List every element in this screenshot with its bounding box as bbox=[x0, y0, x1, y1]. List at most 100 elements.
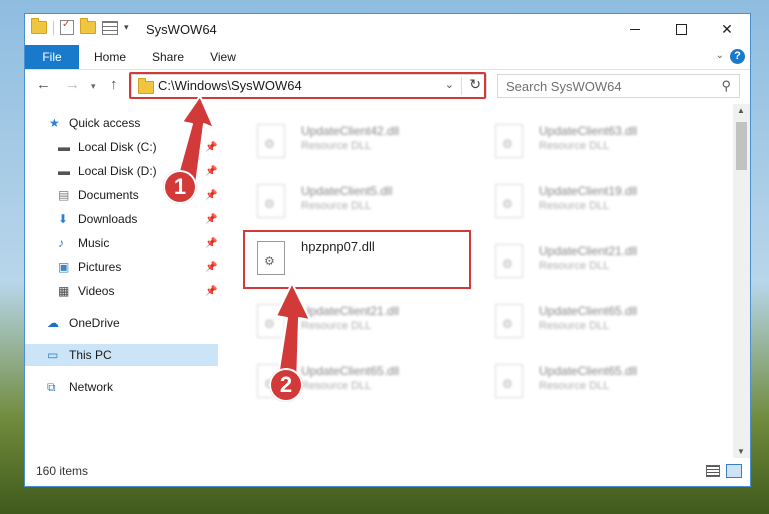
pin-icon[interactable]: 📌 bbox=[205, 166, 217, 177]
sidebar-item-music[interactable]: ♪ Music 📌 bbox=[25, 232, 218, 254]
pin-icon[interactable]: 📌 bbox=[205, 262, 217, 273]
dll-file-icon bbox=[495, 244, 523, 278]
search-input[interactable]: Search SysWOW64 bbox=[506, 79, 622, 94]
file-name: UpdateClient65.dll bbox=[539, 364, 638, 378]
pin-icon[interactable]: 📌 bbox=[205, 142, 217, 153]
close-icon: ✕ bbox=[721, 21, 733, 37]
sidebar-item-quick-access[interactable]: ★ Quick access bbox=[25, 112, 218, 134]
help-icon[interactable]: ? bbox=[730, 49, 745, 64]
sidebar-item-onedrive[interactable]: ☁ OneDrive bbox=[25, 312, 218, 334]
folder-icon bbox=[31, 18, 47, 34]
pin-icon[interactable]: 📌 bbox=[205, 190, 217, 201]
file-name: hpzpnp07.dll bbox=[301, 239, 375, 254]
dll-file-icon bbox=[257, 304, 285, 338]
pictures-icon: ▣ bbox=[58, 260, 70, 274]
step-2-badge: 2 bbox=[269, 368, 303, 402]
dll-file-icon bbox=[495, 364, 523, 398]
address-bar[interactable]: C:\Windows\SysWOW64 ⌄ ↻ bbox=[131, 74, 487, 98]
new-folder-icon[interactable] bbox=[80, 18, 96, 34]
sidebar-item-label: OneDrive bbox=[69, 316, 120, 330]
drive-icon: ▬ bbox=[58, 140, 70, 154]
navigation-bar: ← → ▾ ↑ C:\Windows\SysWOW64 ⌄ ↻ Search S… bbox=[25, 70, 750, 102]
drive-icon: ▬ bbox=[58, 164, 70, 178]
pin-icon[interactable]: 📌 bbox=[205, 286, 217, 297]
dll-file-icon bbox=[257, 124, 285, 158]
file-type: Resource DLL bbox=[539, 200, 610, 212]
expand-ribbon-icon[interactable]: ⌄ bbox=[716, 50, 724, 61]
sidebar-item-downloads[interactable]: ⬇ Downloads 📌 bbox=[25, 208, 218, 230]
file-name: UpdateClient5.dll bbox=[301, 184, 393, 198]
address-divider bbox=[461, 77, 462, 95]
search-icon: ⚲ bbox=[721, 78, 731, 93]
customize-toolbar-icon[interactable]: ▾ bbox=[124, 22, 129, 33]
folder-icon bbox=[138, 78, 154, 94]
file-name: UpdateClient63.dll bbox=[539, 124, 638, 138]
file-name: UpdateClient65.dll bbox=[301, 364, 400, 378]
list-item[interactable]: UpdateClient21.dll Resource DLL bbox=[243, 294, 473, 350]
pin-icon[interactable]: 📌 bbox=[205, 214, 217, 225]
network-icon: ⧉ bbox=[47, 379, 56, 394]
list-item[interactable]: UpdateClient5.dll Resource DLL bbox=[243, 174, 473, 230]
details-view-icon[interactable] bbox=[706, 465, 720, 477]
refresh-icon[interactable]: ↻ bbox=[469, 76, 481, 93]
chevron-down-icon[interactable]: ⌄ bbox=[445, 78, 454, 91]
sidebar-item-local-disk-c[interactable]: ▬ Local Disk (C:) 📌 bbox=[25, 136, 218, 158]
close-button[interactable]: ✕ bbox=[704, 14, 750, 45]
cloud-icon: ☁ bbox=[47, 316, 59, 330]
forward-arrow-icon[interactable]: → bbox=[65, 76, 80, 93]
toolbar-divider bbox=[53, 20, 54, 35]
file-type: Resource DLL bbox=[539, 320, 610, 332]
tab-home[interactable]: Home bbox=[85, 45, 135, 69]
list-item[interactable]: UpdateClient65.dll Resource DLL bbox=[481, 294, 711, 350]
recent-locations-icon[interactable]: ▾ bbox=[91, 81, 96, 92]
search-box[interactable]: Search SysWOW64 ⚲ bbox=[497, 74, 740, 98]
window-title: SysWOW64 bbox=[146, 22, 217, 37]
sidebar-item-label: Music bbox=[78, 236, 110, 250]
file-name: UpdateClient21.dll bbox=[301, 304, 400, 318]
tab-share[interactable]: Share bbox=[143, 45, 193, 69]
address-path[interactable]: C:\Windows\SysWOW64 bbox=[158, 78, 302, 93]
up-arrow-icon[interactable]: ↑ bbox=[110, 76, 118, 93]
sidebar-item-label: Local Disk (C:) bbox=[78, 140, 157, 154]
ribbon-tabs: File Home Share View ⌄ ? bbox=[25, 45, 750, 70]
dll-file-icon bbox=[495, 124, 523, 158]
properties-icon[interactable] bbox=[60, 19, 74, 35]
list-item[interactable]: UpdateClient19.dll Resource DLL bbox=[481, 174, 711, 230]
file-name: UpdateClient42.dll bbox=[301, 124, 400, 138]
videos-icon: ▦ bbox=[58, 284, 70, 298]
sidebar-item-pictures[interactable]: ▣ Pictures 📌 bbox=[25, 256, 218, 278]
vertical-scrollbar[interactable]: ▲ ▼ bbox=[733, 104, 750, 458]
sidebar-item-label: Documents bbox=[78, 188, 139, 202]
scroll-down-icon[interactable]: ▼ bbox=[737, 447, 745, 456]
step-1-badge: 1 bbox=[163, 170, 197, 204]
sidebar-item-videos[interactable]: ▦ Videos 📌 bbox=[25, 280, 218, 302]
sidebar-item-network[interactable]: ⧉ Network bbox=[25, 376, 218, 398]
file-type: Resource DLL bbox=[539, 380, 610, 392]
list-item[interactable]: UpdateClient42.dll Resource DLL bbox=[243, 114, 473, 170]
file-type: Resource DLL bbox=[301, 380, 372, 392]
scroll-up-icon[interactable]: ▲ bbox=[737, 106, 745, 115]
status-bar: 160 items bbox=[25, 458, 750, 486]
minimize-button[interactable] bbox=[612, 14, 658, 45]
sidebar-item-this-pc[interactable]: ▭ This PC bbox=[25, 344, 218, 366]
list-item[interactable]: UpdateClient65.dll Resource DLL bbox=[481, 354, 711, 410]
scrollbar-thumb[interactable] bbox=[736, 122, 747, 170]
maximize-button[interactable] bbox=[658, 14, 704, 45]
tab-view[interactable]: View bbox=[201, 45, 245, 69]
file-type: Resource DLL bbox=[301, 200, 372, 212]
maximize-icon bbox=[675, 24, 687, 35]
sidebar-item-label: Quick access bbox=[69, 116, 141, 130]
list-item[interactable]: UpdateClient21.dll Resource DLL bbox=[481, 234, 711, 290]
computer-icon: ▭ bbox=[47, 348, 59, 362]
dll-file-icon bbox=[257, 184, 285, 218]
file-type: Resource DLL bbox=[301, 320, 372, 332]
pin-icon[interactable]: 📌 bbox=[205, 238, 217, 249]
back-arrow-icon[interactable]: ← bbox=[36, 76, 51, 93]
list-item[interactable]: UpdateClient63.dll Resource DLL bbox=[481, 114, 711, 170]
view-options-icon[interactable] bbox=[102, 20, 118, 35]
tab-file[interactable]: File bbox=[25, 45, 79, 69]
navigation-pane: ★ Quick access ▬ Local Disk (C:) 📌 ▬ Loc… bbox=[25, 104, 218, 458]
list-item-hpzpnp07[interactable]: hpzpnp07.dll bbox=[243, 231, 473, 287]
file-name: UpdateClient65.dll bbox=[539, 304, 638, 318]
large-icons-view-icon[interactable] bbox=[726, 464, 742, 478]
